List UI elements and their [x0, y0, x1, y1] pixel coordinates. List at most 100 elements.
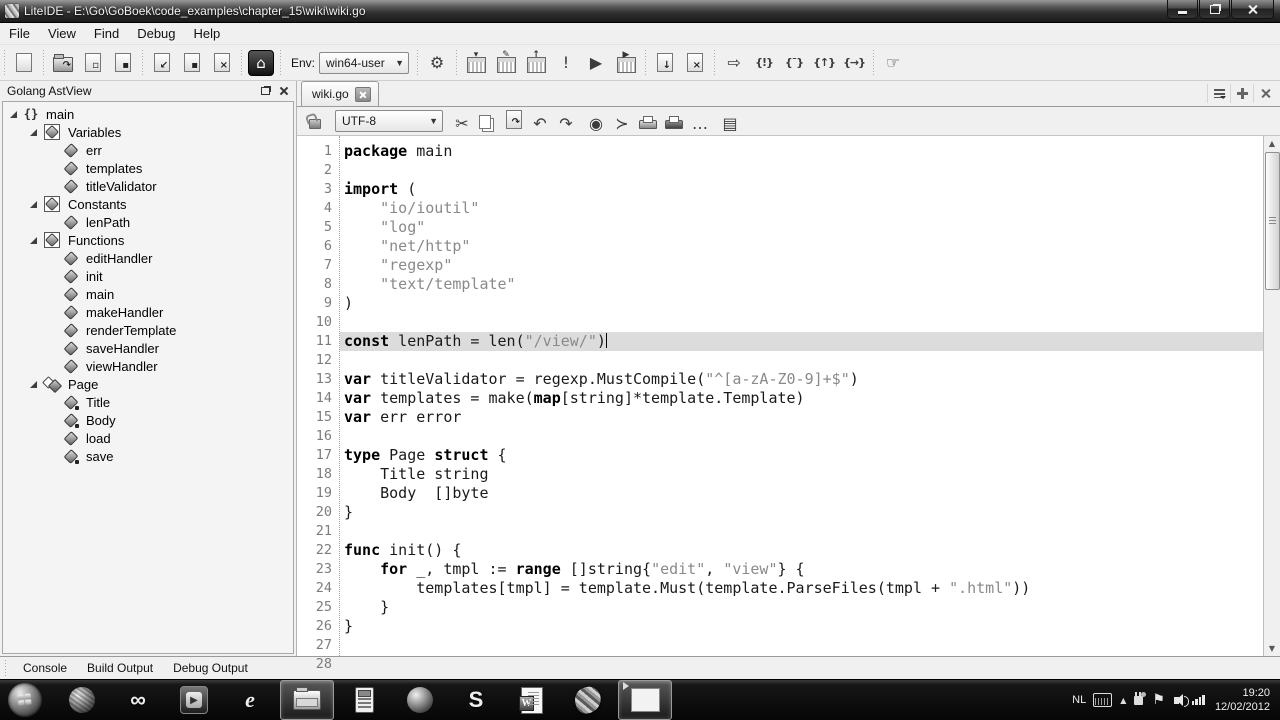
code-editor[interactable]: 1234567891011121314151617181920212223242… [297, 136, 1280, 656]
print-button[interactable] [635, 109, 661, 133]
output-tab-build-output[interactable]: Build Output [77, 658, 163, 678]
network-signal-icon[interactable] [1192, 695, 1205, 705]
tree-item-edithandler[interactable]: editHandler [3, 249, 293, 267]
code-line[interactable]: Title string [340, 465, 1263, 484]
taskbar-item-firefox[interactable] [394, 681, 446, 719]
run-button[interactable]: ▶ [582, 49, 610, 77]
cut-button[interactable]: ✂ [449, 111, 475, 135]
brace-top-button[interactable]: {¯} [780, 49, 808, 77]
tree-item-lenpath[interactable]: lenPath [3, 213, 293, 231]
current-code-line[interactable]: const lenPath = len("/view/") [340, 332, 1263, 351]
code-line[interactable] [340, 351, 1263, 370]
tree-item-save[interactable]: save [3, 447, 293, 465]
tree-item-titlevalidator[interactable]: titleValidator [3, 177, 293, 195]
code-line[interactable]: var err error [340, 408, 1263, 427]
close-button[interactable] [1231, 0, 1274, 19]
pan-button[interactable]: ☞ [879, 49, 907, 77]
tree-item-err[interactable]: err [3, 141, 293, 159]
keyboard-icon[interactable] [1093, 693, 1112, 707]
output-tab-debug-output[interactable]: Debug Output [163, 658, 258, 678]
expander-icon[interactable] [10, 111, 17, 118]
menu-find[interactable]: Find [85, 24, 128, 43]
restore-button[interactable] [1199, 0, 1230, 19]
expander-icon[interactable] [30, 237, 37, 244]
panel-close-button[interactable] [276, 84, 292, 98]
tree-item-main[interactable]: main [3, 285, 293, 303]
tree-item-init[interactable]: init [3, 267, 293, 285]
jump-forward-button[interactable]: ⇨ [720, 49, 748, 77]
expander-icon[interactable] [30, 129, 37, 136]
code-line[interactable] [340, 636, 1263, 655]
tree-item-viewhandler[interactable]: viewHandler [3, 357, 293, 375]
playback-button[interactable]: ≻ [609, 111, 635, 135]
speaker-icon[interactable] [1174, 697, 1179, 704]
code-line[interactable]: ) [340, 294, 1263, 313]
tab-close-button[interactable] [355, 87, 371, 102]
new-file-button[interactable] [10, 49, 38, 77]
clear-output-button[interactable]: × [681, 49, 709, 77]
expander-icon[interactable] [30, 381, 37, 388]
tree-item-body[interactable]: Body [3, 411, 293, 429]
code-line[interactable]: } [340, 617, 1263, 636]
output-tab-console[interactable]: Console [13, 658, 77, 678]
taskbar-item-photo-viewer[interactable] [618, 680, 672, 720]
safely-remove-icon[interactable] [1134, 696, 1143, 705]
build-button[interactable]: ▾ [462, 49, 490, 77]
tree-item-page[interactable]: Page [3, 375, 293, 393]
tree-item-templates[interactable]: templates [3, 159, 293, 177]
word-wrap-button[interactable]: ▤ [717, 111, 743, 135]
taskbar-item-skype[interactable]: S [450, 681, 502, 719]
scroll-down-button[interactable]: ▼ [1264, 641, 1280, 656]
home-button[interactable]: ⌂ [247, 49, 275, 77]
lint-button[interactable]: ! [552, 49, 580, 77]
menu-debug[interactable]: Debug [128, 24, 184, 43]
code-line[interactable]: "net/http" [340, 237, 1263, 256]
code-line[interactable]: for _, tmpl := range []string{"edit", "v… [340, 560, 1263, 579]
taskbar-item-word[interactable]: W [506, 681, 558, 719]
clock[interactable]: 19:20 12/02/2012 [1215, 686, 1270, 714]
action-center-flag-icon[interactable]: ⚑ [1152, 692, 1165, 708]
code-line[interactable]: func main() { [340, 655, 1263, 656]
tree-item-variables[interactable]: Variables [3, 123, 293, 141]
code-line[interactable]: Body []byte [340, 484, 1263, 503]
env-select[interactable]: win64-user▼ [319, 52, 409, 74]
brace-up-button[interactable]: {↑} [810, 49, 838, 77]
code-line[interactable] [340, 313, 1263, 332]
start-button[interactable] [8, 683, 42, 717]
tree-item-rendertemplate[interactable]: renderTemplate [3, 321, 293, 339]
build-file-button[interactable]: ✎ [492, 49, 520, 77]
debug-run-button[interactable]: ▶ [612, 49, 640, 77]
print-preview-button[interactable] [661, 109, 687, 133]
code-line[interactable]: } [340, 503, 1263, 522]
tab-wiki-go[interactable]: wiki.go [301, 81, 379, 106]
code-line[interactable] [340, 161, 1263, 180]
panel-float-button[interactable] [257, 84, 273, 98]
chevron-up-icon[interactable]: ▲ [1120, 696, 1126, 705]
taskbar-item-internet-explorer[interactable]: e [224, 681, 276, 719]
code-line[interactable]: package main [340, 142, 1263, 161]
tab-list-button[interactable] [1207, 84, 1230, 103]
tree-item-load[interactable]: load [3, 429, 293, 447]
brace-check-button[interactable]: {!} [750, 49, 778, 77]
close-file-button[interactable]: × [208, 49, 236, 77]
code-line[interactable]: templates[tmpl] = template.Must(template… [340, 579, 1263, 598]
code-line[interactable]: var titleValidator = regexp.MustCompile(… [340, 370, 1263, 389]
code-area[interactable]: package mainimport ( "io/ioutil" "log" "… [340, 136, 1263, 656]
editor-scrollbar[interactable]: ▲ ▼ [1263, 136, 1280, 656]
code-line[interactable]: var templates = make(map[string]*templat… [340, 389, 1263, 408]
open-file-button[interactable]: ▫ [79, 49, 107, 77]
new-tab-button[interactable] [1230, 84, 1253, 103]
options-button[interactable]: ⚙ [423, 49, 451, 77]
taskbar-item-media-player[interactable]: ▶ [168, 681, 220, 719]
redo-button[interactable]: ↷ [553, 111, 579, 135]
code-line[interactable]: type Page struct { [340, 446, 1263, 465]
code-line[interactable]: "io/ioutil" [340, 199, 1263, 218]
scroll-up-button[interactable]: ▲ [1264, 136, 1280, 151]
revert-file-button[interactable]: ↙ [148, 49, 176, 77]
paste-button[interactable]: ↷ [501, 107, 527, 131]
more-button[interactable]: … [687, 111, 713, 135]
brace-right-button[interactable]: {→} [840, 49, 868, 77]
save-all-button[interactable]: ▪ [178, 49, 206, 77]
menu-view[interactable]: View [39, 24, 85, 43]
code-line[interactable]: "regexp" [340, 256, 1263, 275]
